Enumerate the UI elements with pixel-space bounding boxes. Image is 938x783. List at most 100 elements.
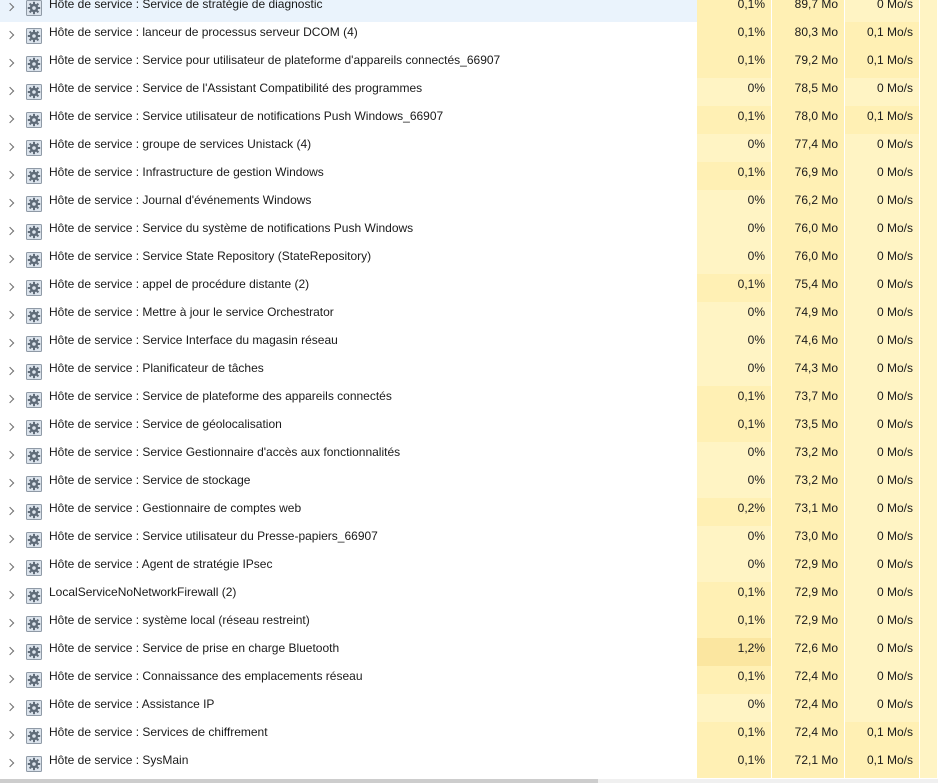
chevron-right-icon[interactable] bbox=[6, 694, 16, 722]
process-row[interactable]: Hôte de service : Service de l'Assistant… bbox=[0, 78, 938, 106]
chevron-right-icon[interactable] bbox=[6, 330, 16, 358]
cpu-cell: 0,1% bbox=[697, 162, 772, 190]
chevron-right-icon[interactable] bbox=[6, 78, 16, 106]
network-cell bbox=[920, 218, 938, 246]
cpu-cell: 0,2% bbox=[697, 498, 772, 526]
process-row[interactable]: Hôte de service : Service Gestionnaire d… bbox=[0, 442, 938, 470]
process-row[interactable]: Hôte de service : groupe de services Uni… bbox=[0, 134, 938, 162]
chevron-right-icon[interactable] bbox=[6, 218, 16, 246]
chevron-right-icon[interactable] bbox=[6, 386, 16, 414]
process-row[interactable]: Hôte de service : Infrastructure de gest… bbox=[0, 162, 938, 190]
process-row[interactable]: Hôte de service : Services de chiffremen… bbox=[0, 722, 938, 750]
chevron-right-icon[interactable] bbox=[6, 162, 16, 190]
process-row[interactable]: LocalServiceNoNetworkFirewall (2) 0,1% 72,… bbox=[0, 582, 938, 610]
gear-icon bbox=[26, 364, 42, 380]
process-row[interactable]: Hôte de service : Service utilisateur du… bbox=[0, 526, 938, 554]
network-cell bbox=[920, 582, 938, 610]
cpu-cell: 0,1% bbox=[697, 0, 772, 22]
process-row[interactable]: Hôte de service : Service de stockage 0% 7… bbox=[0, 470, 938, 498]
gear-icon bbox=[26, 84, 42, 100]
gear-icon bbox=[26, 504, 42, 520]
disk-cell: 0 Mo/s bbox=[845, 218, 920, 246]
network-cell bbox=[920, 722, 938, 750]
memory-cell: 72,4 Mo bbox=[772, 666, 845, 694]
process-row[interactable]: Hôte de service : Service de prise en ch… bbox=[0, 638, 938, 666]
disk-cell: 0 Mo/s bbox=[845, 190, 920, 218]
process-row[interactable]: Hôte de service : Mettre à jour le servi… bbox=[0, 302, 938, 330]
process-row[interactable]: Hôte de service : Agent de stratégie IPs… bbox=[0, 554, 938, 582]
disk-cell: 0 Mo/s bbox=[845, 638, 920, 666]
cpu-cell: 0% bbox=[697, 78, 772, 106]
chevron-right-icon[interactable] bbox=[6, 638, 16, 666]
network-cell bbox=[920, 50, 938, 78]
memory-cell: 75,4 Mo bbox=[772, 274, 845, 302]
process-row[interactable]: Hôte de service : Service de géolocalisa… bbox=[0, 414, 938, 442]
process-name: Hôte de service : Services de chiffremen… bbox=[49, 725, 268, 739]
cpu-cell: 0,1% bbox=[697, 50, 772, 78]
process-name: Hôte de service : Service utilisateur du… bbox=[49, 529, 378, 543]
cpu-cell: 0% bbox=[697, 218, 772, 246]
process-row[interactable]: Hôte de service : Service de plateforme … bbox=[0, 386, 938, 414]
process-row[interactable]: Hôte de service : Connaissance des empla… bbox=[0, 666, 938, 694]
network-cell bbox=[920, 526, 938, 554]
process-row[interactable]: Hôte de service : SysMain 0,1% 72,1 Mo 0,1 … bbox=[0, 750, 938, 778]
chevron-right-icon[interactable] bbox=[6, 470, 16, 498]
memory-cell: 74,3 Mo bbox=[772, 358, 845, 386]
chevron-right-icon[interactable] bbox=[6, 722, 16, 750]
cpu-cell: 0,1% bbox=[697, 666, 772, 694]
process-row[interactable]: Hôte de service : Service utilisateur de… bbox=[0, 106, 938, 134]
process-row[interactable]: Hôte de service : Service de stratégie d… bbox=[0, 0, 938, 22]
process-row[interactable]: Hôte de service : Service State Reposito… bbox=[0, 246, 938, 274]
process-row[interactable]: Hôte de service : Planificateur de tâche… bbox=[0, 358, 938, 386]
process-row[interactable]: Hôte de service : appel de procédure dis… bbox=[0, 274, 938, 302]
gear-icon bbox=[26, 672, 42, 688]
process-row[interactable]: Hôte de service : Gestionnaire de compte… bbox=[0, 498, 938, 526]
process-row[interactable]: Hôte de service : Service Interface du m… bbox=[0, 330, 938, 358]
chevron-right-icon[interactable] bbox=[6, 302, 16, 330]
chevron-right-icon[interactable] bbox=[6, 274, 16, 302]
horizontal-scrollbar-thumb[interactable] bbox=[0, 779, 598, 783]
gear-icon bbox=[26, 28, 42, 44]
process-row[interactable]: Hôte de service : Journal d'événements W… bbox=[0, 190, 938, 218]
chevron-right-icon[interactable] bbox=[6, 442, 16, 470]
gear-icon bbox=[26, 392, 42, 408]
cpu-cell: 0,1% bbox=[697, 22, 772, 50]
process-name: Hôte de service : Gestionnaire de compte… bbox=[49, 501, 302, 515]
gear-icon bbox=[26, 588, 42, 604]
chevron-right-icon[interactable] bbox=[6, 190, 16, 218]
chevron-right-icon[interactable] bbox=[6, 666, 16, 694]
chevron-right-icon[interactable] bbox=[6, 554, 16, 582]
memory-cell: 73,2 Mo bbox=[772, 442, 845, 470]
chevron-right-icon[interactable] bbox=[6, 750, 16, 778]
chevron-right-icon[interactable] bbox=[6, 134, 16, 162]
chevron-right-icon[interactable] bbox=[6, 246, 16, 274]
chevron-right-icon[interactable] bbox=[6, 50, 16, 78]
gear-icon bbox=[26, 616, 42, 632]
chevron-right-icon[interactable] bbox=[6, 582, 16, 610]
process-row[interactable]: Hôte de service : lanceur de processus s… bbox=[0, 22, 938, 50]
process-name: Hôte de service : Agent de stratégie IPs… bbox=[49, 557, 273, 571]
disk-cell: 0 Mo/s bbox=[845, 498, 920, 526]
chevron-right-icon[interactable] bbox=[6, 498, 16, 526]
network-cell bbox=[920, 470, 938, 498]
chevron-right-icon[interactable] bbox=[6, 0, 16, 22]
chevron-right-icon[interactable] bbox=[6, 358, 16, 386]
disk-cell: 0 Mo/s bbox=[845, 0, 920, 22]
process-row[interactable]: Hôte de service : Service pour utilisate… bbox=[0, 50, 938, 78]
chevron-right-icon[interactable] bbox=[6, 22, 16, 50]
chevron-right-icon[interactable] bbox=[6, 106, 16, 134]
memory-cell: 74,6 Mo bbox=[772, 330, 845, 358]
chevron-right-icon[interactable] bbox=[6, 414, 16, 442]
process-row[interactable]: Hôte de service : système local (réseau … bbox=[0, 610, 938, 638]
process-name: Hôte de service : Planificateur de tâche… bbox=[49, 361, 264, 375]
disk-cell: 0,1 Mo/s bbox=[845, 22, 920, 50]
network-cell bbox=[920, 134, 938, 162]
process-row[interactable]: Hôte de service : Service du système de … bbox=[0, 218, 938, 246]
memory-cell: 73,7 Mo bbox=[772, 386, 845, 414]
chevron-right-icon[interactable] bbox=[6, 526, 16, 554]
process-name: Hôte de service : Infrastructure de gest… bbox=[49, 165, 324, 179]
disk-cell: 0 Mo/s bbox=[845, 470, 920, 498]
chevron-right-icon[interactable] bbox=[6, 610, 16, 638]
network-cell bbox=[920, 78, 938, 106]
process-row[interactable]: Hôte de service : Assistance IP 0% 72,4 Mo… bbox=[0, 694, 938, 722]
